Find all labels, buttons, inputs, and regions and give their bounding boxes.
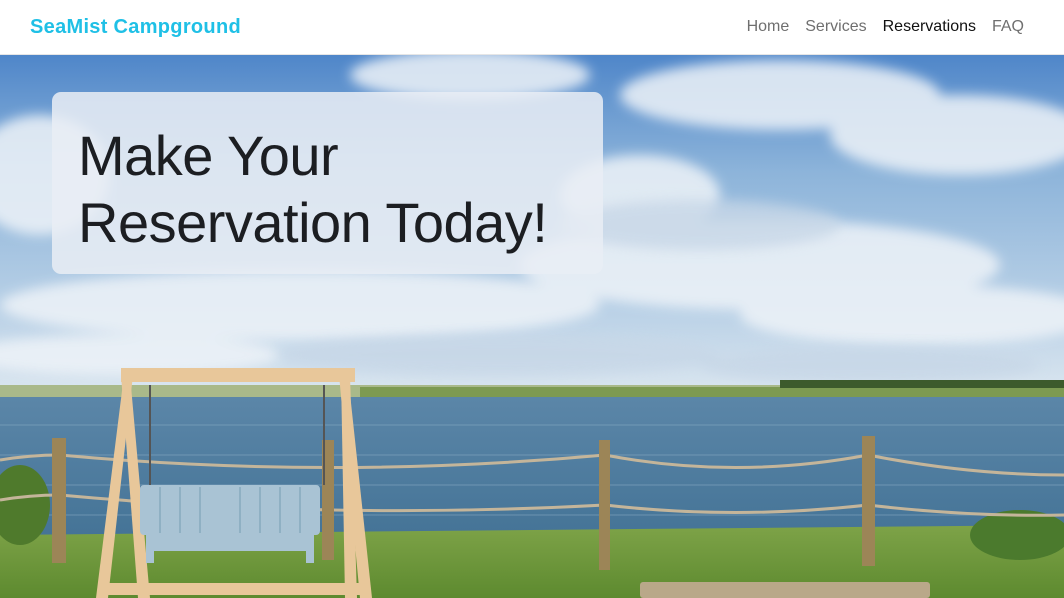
nav-link-services[interactable]: Services [805,18,866,36]
nav-link-home[interactable]: Home [747,18,790,36]
hero-headline-line1: Make Your [78,124,339,187]
top-navbar: SeaMist Campground Home Services Reserva… [0,0,1064,55]
hero-headline: Make Your Reservation Today! [78,122,577,256]
hero-section: Make Your Reservation Today! [0,55,1064,598]
hero-headline-line2: Reservation Today! [78,191,548,254]
nav-link-reservations[interactable]: Reservations [883,18,976,36]
nav-links: Home Services Reservations FAQ [747,18,1024,36]
nav-link-faq[interactable]: FAQ [992,18,1024,36]
headline-card: Make Your Reservation Today! [52,92,603,274]
brand-logo-link[interactable]: SeaMist Campground [30,16,241,39]
